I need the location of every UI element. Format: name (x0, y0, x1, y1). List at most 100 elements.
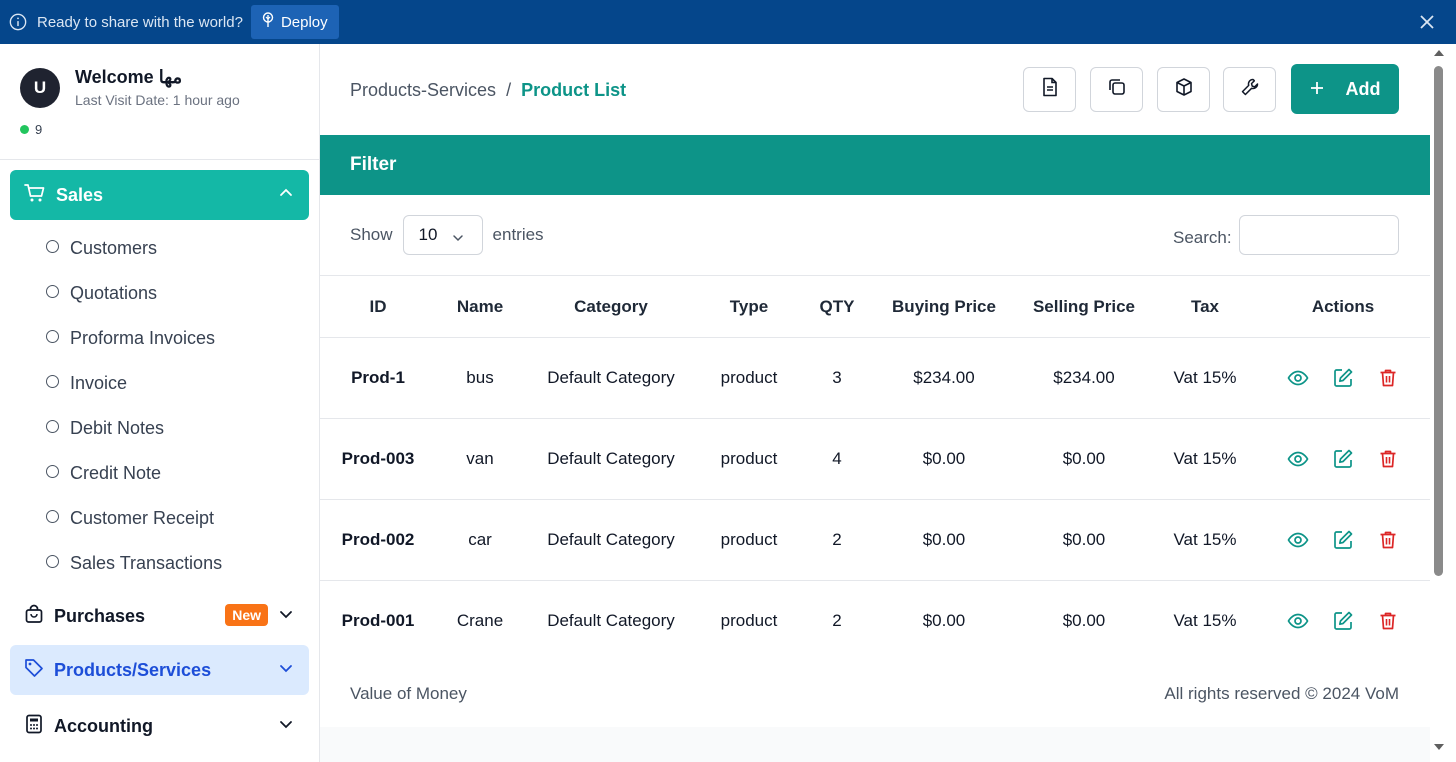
page-scrollbar[interactable] (1430, 44, 1456, 762)
circle-icon (46, 420, 59, 433)
online-status: 9 (20, 122, 42, 137)
product-qty: 2 (800, 580, 874, 662)
view-icon[interactable] (1287, 610, 1309, 632)
welcome-text: Welcome مها (75, 67, 183, 87)
column-header[interactable]: Buying Price (874, 275, 1014, 338)
column-header[interactable]: Type (698, 275, 800, 338)
product-qty: 4 (800, 418, 874, 500)
sidebar-item-label: Products/Services (54, 659, 212, 680)
scroll-up-icon[interactable] (1434, 50, 1444, 56)
deploy-banner: Ready to share with the world? Deploy (0, 0, 1456, 44)
user-panel: U Welcome مها Last Visit Date: 1 hour ag… (0, 44, 319, 160)
sidebar-item-debit-notes[interactable]: Debit Notes (0, 406, 319, 451)
column-header[interactable]: Selling Price (1014, 275, 1154, 338)
row-actions (1256, 580, 1430, 662)
wrench-icon (1240, 77, 1260, 102)
product-id: Prod-001 (320, 580, 436, 662)
product-type: product (698, 499, 800, 581)
breadcrumb-separator: / (506, 80, 512, 100)
column-header[interactable]: ID (320, 275, 436, 338)
sidebar-item-products-services[interactable]: Products/Services (10, 645, 309, 695)
settings-button[interactable] (1223, 67, 1276, 112)
selling-price: $234.00 (1014, 337, 1154, 419)
table-header-row: ID Name Category Type QTY Buying Price S… (320, 275, 1430, 338)
entries-label: entries (492, 225, 544, 244)
close-icon[interactable] (1418, 13, 1436, 31)
edit-icon[interactable] (1332, 367, 1354, 389)
avatar[interactable]: U (20, 68, 60, 108)
page-size-value: 10 (418, 225, 438, 244)
product-qty: 3 (800, 337, 874, 419)
chevron-down-icon (279, 607, 293, 626)
banner-message: Ready to share with the world? (37, 13, 243, 31)
page-size-select[interactable]: 10 (402, 215, 483, 255)
add-product-button[interactable]: Add (1291, 64, 1399, 114)
show-label: Show (350, 225, 393, 244)
sidebar-item-invoice[interactable]: Invoice (0, 361, 319, 406)
copy-icon (1107, 77, 1127, 102)
buying-price: $0.00 (874, 499, 1014, 581)
breadcrumb-parent[interactable]: Products-Services (350, 80, 496, 101)
sidebar-item-customers[interactable]: Customers (0, 226, 319, 271)
filter-title: Filter (350, 154, 397, 175)
copy-button[interactable] (1090, 67, 1143, 112)
search-input[interactable] (1239, 215, 1399, 255)
online-dot-icon (20, 125, 29, 134)
filter-panel-toggle[interactable]: Filter (320, 135, 1430, 195)
package-button[interactable] (1157, 67, 1210, 112)
column-header[interactable]: QTY (800, 275, 874, 338)
new-badge: New (225, 604, 268, 626)
product-qty: 2 (800, 499, 874, 581)
breadcrumb-current: Product List (521, 80, 627, 100)
delete-icon[interactable] (1377, 610, 1399, 632)
scroll-down-icon[interactable] (1434, 744, 1444, 750)
sidebar-item-sales-transactions[interactable]: Sales Transactions (0, 541, 319, 586)
search-label: Search: (1173, 228, 1232, 247)
delete-icon[interactable] (1377, 529, 1399, 551)
sidebar-item-accounting[interactable]: Accounting (10, 701, 309, 751)
circle-icon (46, 510, 59, 523)
deploy-button[interactable]: Deploy (250, 5, 339, 39)
sidebar-item-proforma-invoices[interactable]: Proforma Invoices (0, 316, 319, 361)
sidebar-item-sales[interactable]: Sales (10, 170, 309, 220)
circle-icon (46, 465, 59, 478)
buying-price: $0.00 (874, 418, 1014, 500)
selling-price: $0.00 (1014, 499, 1154, 581)
sidebar-item-label: Quotations (70, 283, 158, 303)
circle-icon (46, 330, 59, 343)
chevron-down-icon (279, 661, 293, 680)
chevron-down-icon (452, 229, 464, 249)
column-header[interactable]: Tax (1154, 275, 1256, 338)
cart-icon (24, 183, 46, 208)
tax-rate: Vat 15% (1154, 499, 1256, 581)
view-icon[interactable] (1287, 367, 1309, 389)
sidebar-item-label: Customers (70, 238, 158, 258)
footer-copyright: All rights reserved © 2024 VoM (1164, 683, 1399, 703)
view-icon[interactable] (1287, 529, 1309, 551)
sidebar-item-credit-note[interactable]: Credit Note (0, 451, 319, 496)
sidebar-item-purchases[interactable]: Purchases New (10, 591, 309, 641)
table-row: Prod-1 bus Default Category product 3 $234.00… (320, 337, 1430, 419)
edit-icon[interactable] (1332, 448, 1354, 470)
delete-icon[interactable] (1377, 448, 1399, 470)
export-document-button[interactable] (1023, 67, 1076, 112)
sidebar-item-quotations[interactable]: Quotations (0, 271, 319, 316)
column-header[interactable]: Category (524, 275, 698, 338)
edit-icon[interactable] (1332, 610, 1354, 632)
sidebar-item-label: Accounting (54, 715, 153, 736)
delete-icon[interactable] (1377, 367, 1399, 389)
edit-icon[interactable] (1332, 529, 1354, 551)
tax-rate: Vat 15% (1154, 337, 1256, 419)
scroll-thumb[interactable] (1434, 66, 1443, 576)
product-id: Prod-003 (320, 418, 436, 500)
view-icon[interactable] (1287, 448, 1309, 470)
deploy-icon (261, 12, 275, 32)
column-header[interactable]: Name (436, 275, 524, 338)
sidebar-item-customer-receipt[interactable]: Customer Receipt (0, 496, 319, 541)
product-id: Prod-1 (320, 337, 436, 419)
tax-rate: Vat 15% (1154, 418, 1256, 500)
main-content: Products-Services / Product List Add Fil… (320, 44, 1430, 762)
column-header: Actions (1256, 275, 1430, 338)
plus-icon (1310, 79, 1324, 100)
row-actions (1256, 499, 1430, 581)
